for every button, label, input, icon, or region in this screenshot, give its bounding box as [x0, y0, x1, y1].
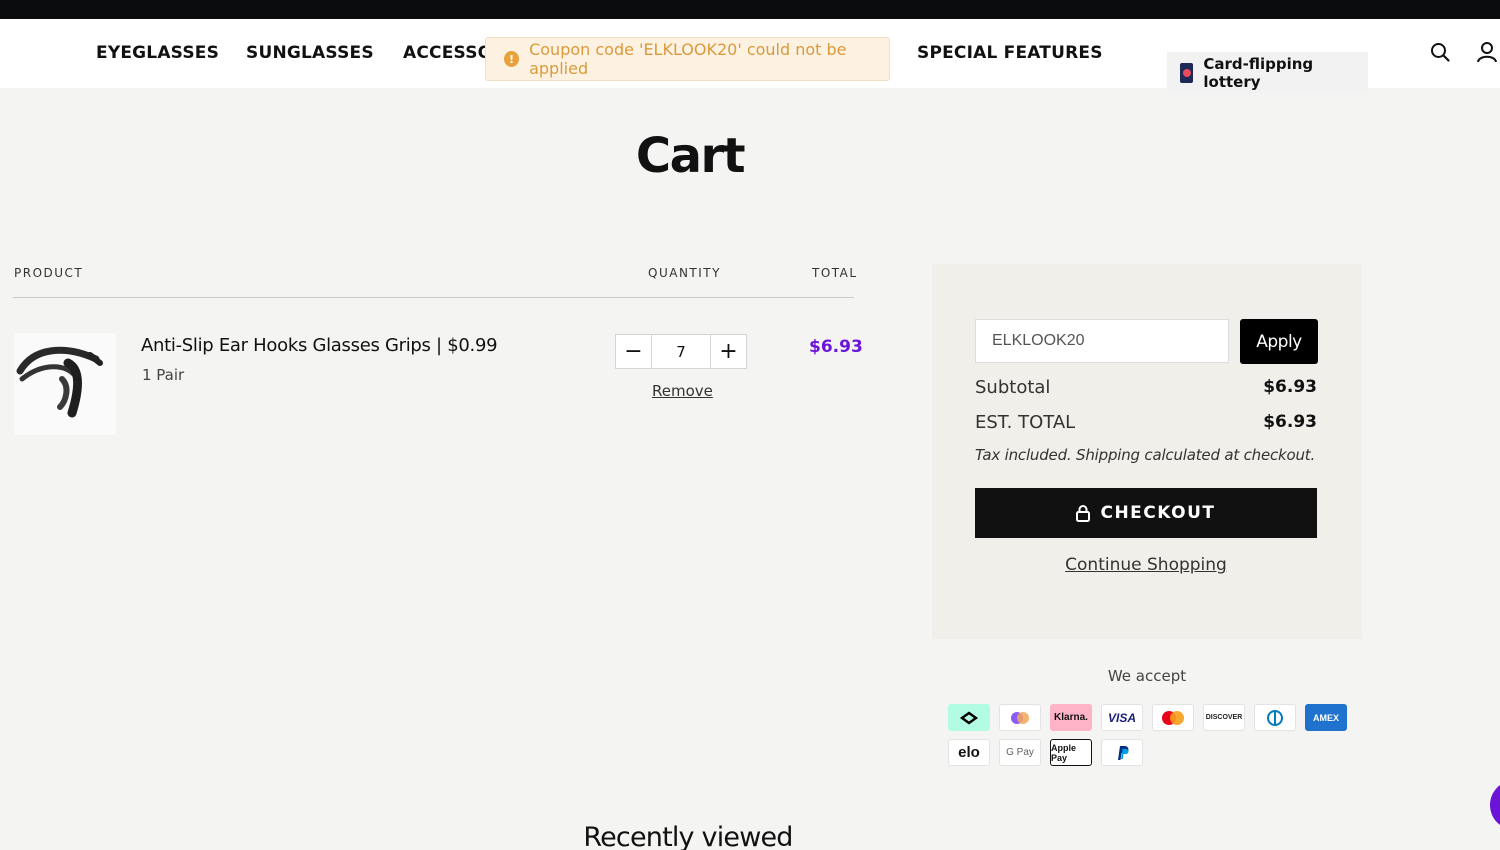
toast-message: Coupon code 'ELKLOOK20' could not be app…: [529, 40, 847, 78]
nav-eyeglasses[interactable]: EYEGLASSES: [96, 43, 219, 63]
line-item-total: $6.93: [809, 337, 863, 357]
mastercard-icon: [1152, 704, 1194, 731]
apple-pay-icon: Apple Pay: [1050, 739, 1092, 766]
estimated-total-label: EST. TOTAL: [975, 412, 1076, 433]
apply-coupon-button[interactable]: Apply: [1240, 319, 1318, 364]
remove-item-link[interactable]: Remove: [652, 382, 713, 400]
column-header-product: PRODUCT: [14, 266, 84, 280]
elo-icon: elo: [948, 739, 990, 766]
we-accept-label: We accept: [1107, 667, 1187, 685]
continue-shopping-link[interactable]: Continue Shopping: [932, 555, 1360, 575]
diners-club-icon: [1254, 704, 1296, 731]
lottery-label: Card-flipping lottery: [1203, 55, 1314, 91]
increase-quantity-button[interactable]: +: [711, 335, 746, 368]
order-summary-panel: Apply Subtotal $6.93 EST. TOTAL $6.93 Ta…: [932, 264, 1362, 639]
search-icon[interactable]: [1429, 41, 1451, 63]
product-image[interactable]: [14, 333, 116, 435]
page-title: Cart: [635, 128, 746, 184]
table-divider: [13, 297, 854, 298]
afterpay-icon: [948, 704, 990, 731]
coupon-code-input[interactable]: [975, 319, 1229, 363]
quantity-input[interactable]: [651, 335, 711, 368]
top-announcement-bar: [0, 0, 1500, 19]
checkout-label: CHECKOUT: [1100, 503, 1216, 523]
chat-widget-button[interactable]: [1490, 780, 1500, 830]
lock-icon: [1076, 504, 1091, 522]
google-pay-icon: G Pay: [999, 739, 1041, 766]
payment-methods-row: elo G Pay Apple Pay: [948, 739, 1143, 766]
product-title[interactable]: Anti-Slip Ear Hooks Glasses Grips | $0.9…: [141, 335, 498, 356]
estimated-total-row: EST. TOTAL $6.93: [975, 412, 1317, 433]
product-variant: 1 Pair: [142, 366, 185, 384]
nav-sunglasses[interactable]: SUNGLASSES: [246, 43, 374, 63]
nav-accessories[interactable]: ACCESSORIES: [403, 43, 487, 63]
quantity-stepper: − +: [615, 334, 747, 369]
estimated-total-value: $6.93: [1263, 412, 1317, 432]
payment-methods-row: Klarna. VISA DISCOVER AMEX: [948, 704, 1347, 731]
warning-icon: !: [504, 51, 520, 67]
visa-icon: VISA: [1101, 704, 1143, 731]
amex-icon: AMEX: [1305, 704, 1347, 731]
sezzle-icon: [999, 704, 1041, 731]
card-flipping-lottery-button[interactable]: Card-flipping lottery: [1167, 52, 1368, 94]
subtotal-value: $6.93: [1263, 377, 1317, 397]
klarna-icon: Klarna.: [1050, 704, 1092, 731]
subtotal-label: Subtotal: [975, 377, 1051, 398]
recently-viewed-heading: Recently viewed: [583, 822, 793, 850]
discover-icon: DISCOVER: [1203, 704, 1245, 731]
column-header-quantity: QUANTITY: [648, 266, 721, 280]
nav-special-features[interactable]: SPECIAL FEATURES: [917, 43, 1103, 63]
coupon-error-toast: ! Coupon code 'ELKLOOK20' could not be a…: [485, 37, 890, 81]
card-icon: [1180, 63, 1194, 83]
checkout-button[interactable]: CHECKOUT: [975, 488, 1317, 538]
decrease-quantity-button[interactable]: −: [616, 335, 651, 368]
paypal-icon: [1101, 739, 1143, 766]
subtotal-row: Subtotal $6.93: [975, 377, 1317, 398]
tax-shipping-note: Tax included. Shipping calculated at che…: [975, 446, 1316, 464]
account-icon[interactable]: [1476, 41, 1498, 63]
column-header-total: TOTAL: [812, 266, 858, 280]
